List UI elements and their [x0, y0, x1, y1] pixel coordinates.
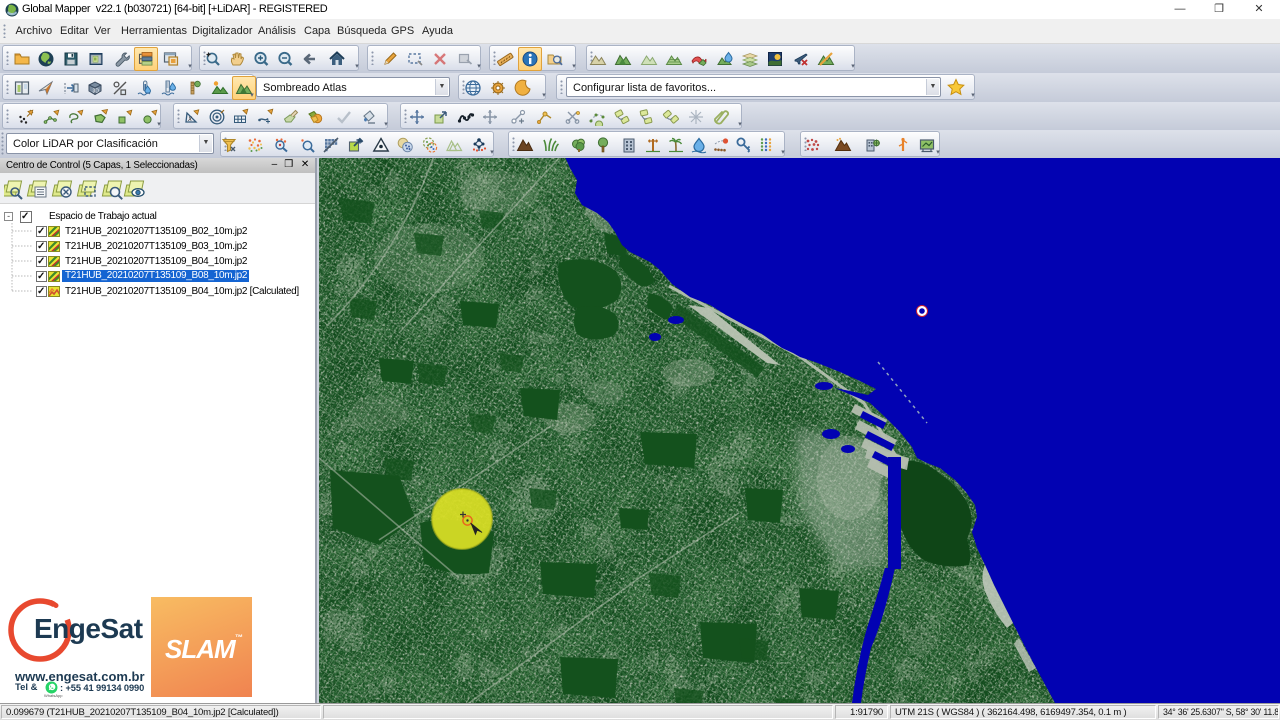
svg-text:3D: 3D [93, 89, 100, 95]
